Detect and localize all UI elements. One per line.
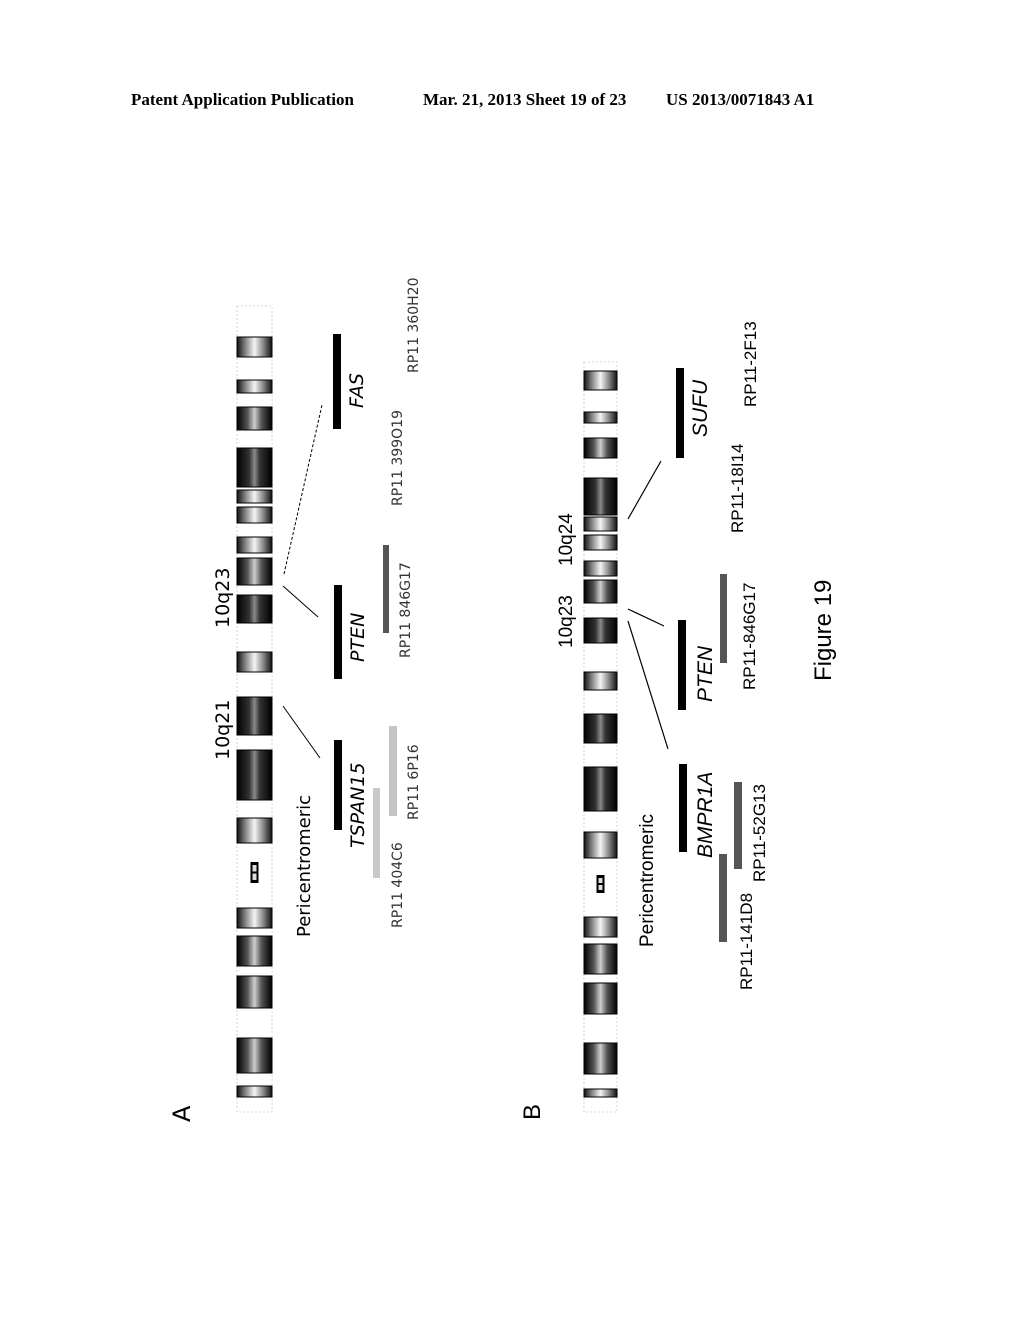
panel-label-b: B xyxy=(519,1104,546,1120)
centromere-marker xyxy=(596,875,605,893)
chromosome-band xyxy=(236,1085,273,1098)
chromosome-band xyxy=(583,1088,618,1098)
chromosome-band xyxy=(236,447,273,488)
clone-bar-rp11-6p16 xyxy=(389,726,397,816)
clone-label-rp11-18i14: RP11-18I14 xyxy=(728,444,747,533)
connector-line xyxy=(627,620,669,750)
connector-line-dotted xyxy=(283,404,323,575)
clone-label-rp11-360h20: RP11 360H20 xyxy=(406,278,422,374)
chromosome-band xyxy=(236,1037,273,1074)
clone-label-rp11-52g13: RP11-52G13 xyxy=(750,784,769,882)
panel-label-a: A xyxy=(168,1105,196,1122)
chromosome-band xyxy=(236,379,273,394)
chromosome-band xyxy=(583,560,618,577)
chromosome-band xyxy=(236,907,273,929)
band-label-10q23: 10q23 xyxy=(556,595,577,648)
chromosome-band xyxy=(236,489,273,504)
chromosome-band xyxy=(583,516,618,532)
connector-line xyxy=(282,705,321,759)
connector-line xyxy=(627,460,662,520)
gene-label-tspan15: TSPAN15 xyxy=(347,762,369,848)
gene-label-fas: FAS xyxy=(346,373,368,408)
clone-label-rp11-846g17: RP11-846G17 xyxy=(740,583,759,690)
clone-bar-rp11-846g17 xyxy=(383,545,389,633)
clone-label-rp11-399o19: RP11 399O19 xyxy=(390,410,406,506)
chromosome-band xyxy=(236,651,273,673)
chromosome-band xyxy=(583,982,618,1015)
chromosome-band xyxy=(583,579,618,604)
centromere-marker-inner xyxy=(252,873,257,880)
gene-bar-tspan15 xyxy=(334,740,342,830)
chromosome-band xyxy=(583,411,618,424)
figure-19: A 10q21 10q23 Pericentromeric TSPAN15 PT… xyxy=(168,278,837,1123)
gene-label-bmpr1a: BMPR1A xyxy=(694,772,717,858)
clone-label-rp11-404c6: RP11 404C6 xyxy=(390,842,406,928)
chromosome-band xyxy=(236,594,273,624)
band-label-10q21: 10q21 xyxy=(212,700,234,760)
gene-label-pten: PTEN xyxy=(694,645,717,702)
gene-bar-pten xyxy=(334,585,342,679)
chromosome-band xyxy=(583,916,618,938)
chromosome-band xyxy=(236,557,273,586)
clone-label-rp11-846g17: RP11 846G17 xyxy=(398,562,414,658)
band-label-10q23: 10q23 xyxy=(212,568,234,628)
chromosome-band xyxy=(583,370,618,391)
chromosome-band xyxy=(583,617,618,644)
chromosome-band xyxy=(583,713,618,744)
gene-label-sufu: SUFU xyxy=(689,379,712,437)
chromosome-band xyxy=(583,1042,618,1075)
clone-label-rp11-2f13: RP11-2F13 xyxy=(741,321,760,407)
gene-bar-sufu xyxy=(676,368,684,458)
chromosome-band xyxy=(236,336,273,358)
chromosome-band xyxy=(236,536,273,554)
chromosome-band xyxy=(583,477,618,516)
clone-label-rp11-141d8: RP11-141D8 xyxy=(737,893,756,990)
band-label-10q24: 10q24 xyxy=(556,513,577,566)
clone-bar-rp11-52g13 xyxy=(734,782,742,869)
gene-bar-pten xyxy=(678,620,686,710)
chromosome-band xyxy=(236,506,273,524)
panel-b: B 10q23 10q24 Pericentromeric SUFU PTEN … xyxy=(519,321,769,1120)
panel-a: A 10q21 10q23 Pericentromeric TSPAN15 PT… xyxy=(168,278,422,1123)
chromosome-band xyxy=(236,817,273,844)
centromere-marker-inner xyxy=(252,865,257,872)
chromosome-band xyxy=(583,831,618,859)
centromere-marker-inner xyxy=(598,878,603,883)
chromosome-band xyxy=(236,696,273,736)
centromere-marker-inner xyxy=(598,885,603,890)
pericentromeric-label: Pericentromeric xyxy=(637,814,658,947)
chromosome-band xyxy=(236,406,273,431)
gene-bar-fas xyxy=(333,334,341,429)
connector-line xyxy=(627,608,665,627)
chromosome-band xyxy=(236,749,273,801)
connector-line xyxy=(282,585,319,618)
clone-label-rp11-6p16: RP11 6P16 xyxy=(406,744,422,820)
clone-bar-rp11-846g17 xyxy=(720,574,727,663)
pericentromeric-label: Pericentromeric xyxy=(294,795,315,937)
chromosome-band xyxy=(583,534,618,551)
gene-bar-bmpr1a xyxy=(679,764,687,852)
clone-bar-rp11-404c6 xyxy=(373,788,380,878)
clone-bar-rp11-141d8 xyxy=(719,854,727,942)
chromosome-band xyxy=(583,943,618,975)
chromosome-ideogram-b xyxy=(583,361,618,1113)
gene-label-pten: PTEN xyxy=(347,613,369,662)
chromosome-band xyxy=(236,935,273,967)
chromosome-band xyxy=(583,766,618,812)
chromosome-ideogram-a xyxy=(236,305,273,1113)
figure-caption: Figure 19 xyxy=(810,580,837,681)
chromosome-band xyxy=(583,671,618,691)
chromosome-band xyxy=(583,437,618,459)
chromosome-band xyxy=(236,975,273,1009)
